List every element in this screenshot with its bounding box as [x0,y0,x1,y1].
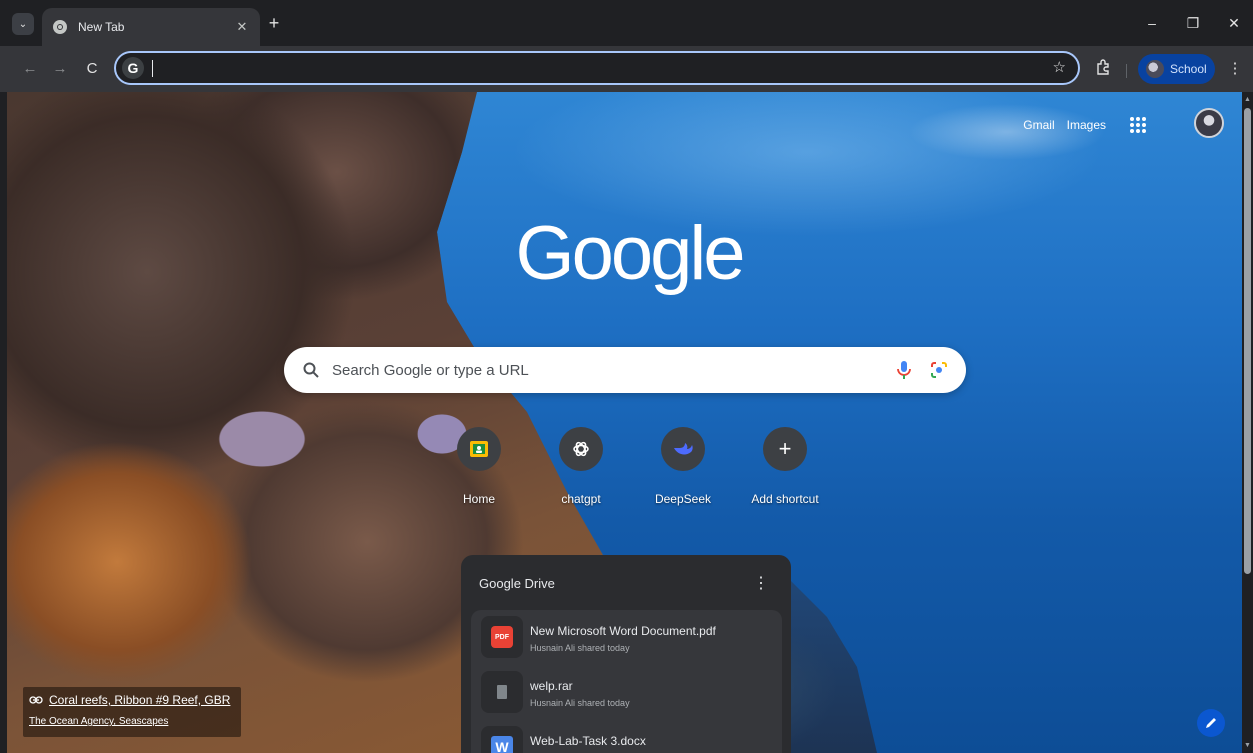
tab-title: New Tab [78,20,125,34]
minimize-button[interactable]: – [1140,12,1164,34]
file-meta: Husnain Ali shared today [530,643,630,653]
shortcut-add[interactable]: + Add shortcut [735,427,835,506]
google-drive-card: Google Drive ⋮ PDF New Microsoft Word Do… [461,555,791,753]
attribution-collection-link[interactable]: The Ocean Agency, Seascapes [29,716,235,727]
restore-button[interactable]: ❐ [1181,12,1205,34]
drive-file-item[interactable]: PDF New Microsoft Word Document.pdf Husn… [477,616,777,660]
shortcut-label: Add shortcut [751,492,819,506]
shortcuts: Home chatgpt DeepSeek + Add shortcut [429,427,819,517]
reload-button[interactable]: C [82,59,102,79]
shortcut-icon-circle: + [763,427,807,471]
profile-label: School [1170,62,1207,76]
shortcut-icon-circle [457,427,501,471]
search-icon [303,362,319,378]
plus-icon: + [778,436,792,461]
extensions-icon[interactable] [1092,59,1114,81]
google-icon: G [122,57,144,79]
archive-file-icon [497,685,507,699]
shortcut-deepseek[interactable]: DeepSeek [633,427,733,506]
google-classroom-icon [470,441,488,457]
browser-toolbar: ← → C G ☆ School ⋮ [0,46,1253,92]
new-tab-page: Gmail Images Google Search Google or typ… [7,92,1242,753]
customize-chrome-button[interactable] [1197,709,1225,737]
openai-icon [573,441,589,457]
gmail-link[interactable]: Gmail [1023,118,1054,132]
search-input[interactable]: Search Google or type a URL [332,362,896,379]
top-links: Gmail Images [1023,115,1200,135]
background-attribution: Coral reefs, Ribbon #9 Reef, GBR The Oce… [23,687,241,737]
tab-new-tab[interactable]: New Tab ✕ [42,8,260,46]
more-options-icon[interactable]: ⋮ [753,573,769,593]
shortcut-home[interactable]: Home [429,427,529,506]
toolbar-divider [1126,64,1127,78]
back-button[interactable]: ← [20,59,40,79]
page-scrollbar[interactable]: ▲ ▼ [1242,92,1253,753]
address-bar[interactable]: G ☆ [114,51,1080,85]
shortcut-label: chatgpt [561,492,601,506]
deepseek-icon [674,443,693,455]
tab-strip: ⌄ New Tab ✕ + – ❐ ✕ [0,0,1253,46]
scroll-up-icon[interactable]: ▲ [1244,96,1251,103]
drive-card-title: Google Drive [479,576,555,591]
shortcut-label: DeepSeek [654,492,712,506]
profile-button[interactable]: School [1138,54,1215,84]
file-name: Web-Lab-Task 3.docx [530,734,646,748]
link-icon [29,696,43,704]
file-name: welp.rar [530,679,573,693]
file-icon-box: PDF [481,616,523,658]
avatar [1146,60,1164,78]
text-caret [152,60,153,77]
chrome-icon [53,20,67,34]
google-logo: Google [515,211,745,296]
attribution-title: Coral reefs, Ribbon #9 Reef, GBR [49,693,231,707]
tab-search-button[interactable]: ⌄ [12,13,34,35]
apps-grid-icon[interactable] [1128,115,1148,135]
chevron-down-icon: ⌄ [18,18,28,30]
pencil-icon [1206,718,1216,728]
close-window-button[interactable]: ✕ [1222,12,1246,34]
google-lens-icon[interactable] [930,361,948,379]
search-box[interactable]: Search Google or type a URL [284,347,966,393]
drive-file-list: PDF New Microsoft Word Document.pdf Husn… [471,610,782,753]
shortcut-chatgpt[interactable]: chatgpt [531,427,631,506]
menu-icon[interactable]: ⋮ [1224,59,1246,81]
file-icon-box [481,671,523,713]
microphone-icon[interactable] [896,360,912,380]
file-icon-box: W [481,726,523,753]
file-name: New Microsoft Word Document.pdf [530,624,716,638]
file-meta: Husnain Ali shared today [530,698,630,708]
scroll-down-icon[interactable]: ▼ [1244,742,1251,749]
close-icon[interactable]: ✕ [234,19,250,35]
scrollbar-thumb[interactable] [1244,108,1251,574]
attribution-title-link[interactable]: Coral reefs, Ribbon #9 Reef, GBR [29,693,235,707]
new-tab-button[interactable]: + [264,14,284,34]
word-file-icon: W [491,736,513,753]
forward-button[interactable]: → [50,59,70,79]
shortcut-label: Home [462,492,495,506]
drive-file-item[interactable]: welp.rar Husnain Ali shared today [477,671,777,715]
star-icon[interactable]: ☆ [1053,58,1066,76]
account-avatar[interactable] [1194,108,1224,138]
pdf-file-icon: PDF [491,626,513,648]
images-link[interactable]: Images [1067,118,1106,132]
shortcut-icon-circle [559,427,603,471]
drive-file-item[interactable]: W Web-Lab-Task 3.docx [477,726,777,753]
shortcut-icon-circle [661,427,705,471]
